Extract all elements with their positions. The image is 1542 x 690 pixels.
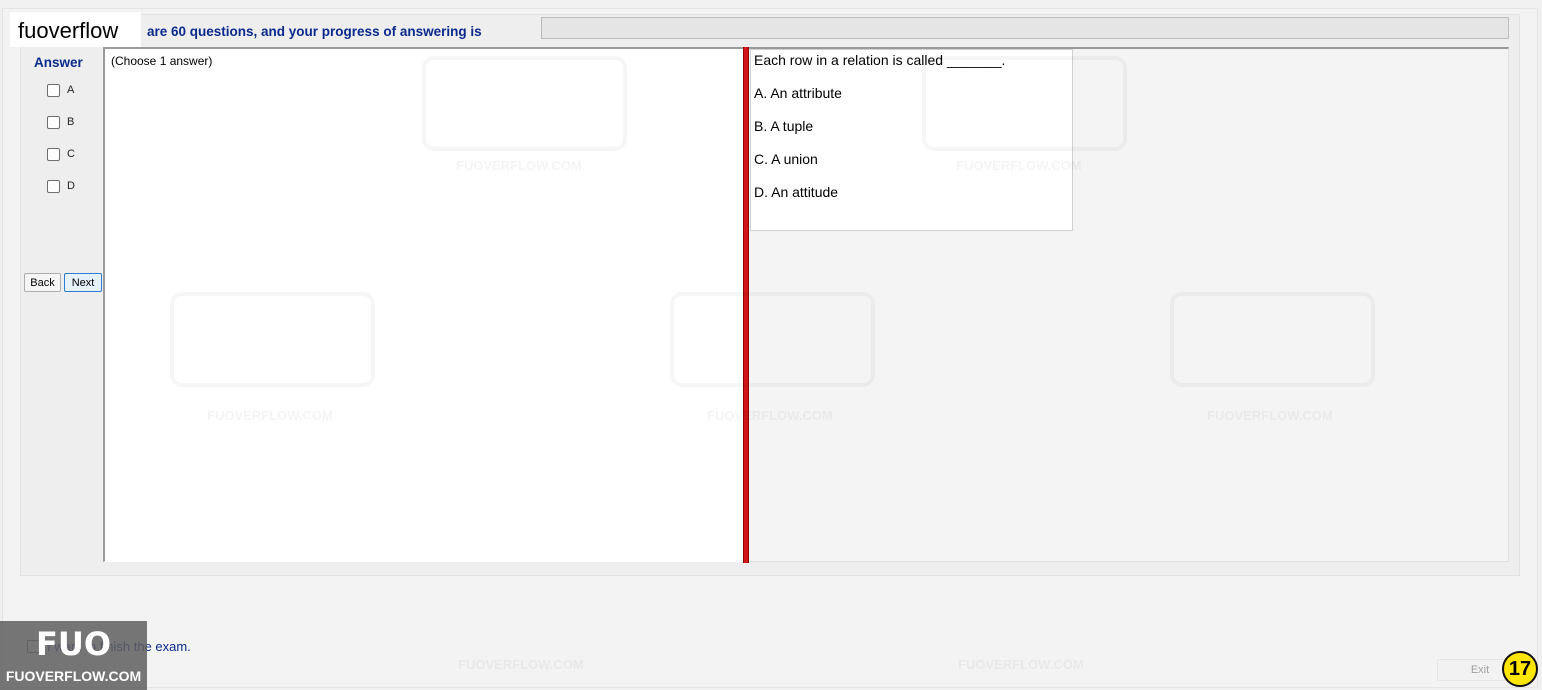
checkbox-b[interactable] [47,115,60,129]
question-option-a: A. An attribute [754,85,842,101]
watermark-text: FUOVERFLOW.COM [207,408,333,423]
answer-heading: Answer [34,55,83,70]
progress-bar [541,17,1509,39]
progress-label: are 60 questions, and your progress of a… [147,24,482,39]
watermark-text: FUOVERFLOW.COM [707,408,833,423]
answer-option-label: C [67,148,75,160]
watermark-text: FUOVERFLOW.COM [456,158,582,173]
answer-option-label: A [67,84,75,96]
fuo-logo-mark: FUO [35,625,112,663]
question-option-c: C. A union [754,151,818,167]
brand-label: fuoverflow [18,18,119,43]
watermark-text: FUOVERFLOW.COM [458,657,584,672]
checkbox-c[interactable] [47,147,60,161]
fuo-logo-site: FUOVERFLOW.COM [5,668,142,684]
question-option-d: D. An attitude [754,184,839,200]
answer-option-c[interactable]: C [47,146,75,162]
checkbox-d[interactable] [47,179,60,193]
answer-option-label: D [67,180,75,192]
back-button[interactable]: Back [24,273,61,292]
watermark-logo [922,56,1127,151]
watermark-text: FUOVERFLOW.COM [956,158,1082,173]
answer-option-a[interactable]: A [47,82,74,98]
next-button[interactable]: Next [64,273,102,292]
answer-option-b[interactable]: B [47,114,74,130]
watermark-logo [670,292,875,387]
checkbox-a[interactable] [47,83,60,97]
watermark-logo [1170,292,1375,387]
question-option-b: B. A tuple [754,118,814,134]
answer-option-d[interactable]: D [47,178,75,194]
watermark-text: FUOVERFLOW.COM [1207,408,1333,423]
choose-answer-note: (Choose 1 answer) [111,54,213,68]
answer-option-label: B [67,116,75,128]
watermark-logo [170,292,375,387]
page-number-badge: 17 [1502,651,1538,687]
watermark-logo [422,56,627,151]
watermark-text: FUOVERFLOW.COM [958,657,1084,672]
